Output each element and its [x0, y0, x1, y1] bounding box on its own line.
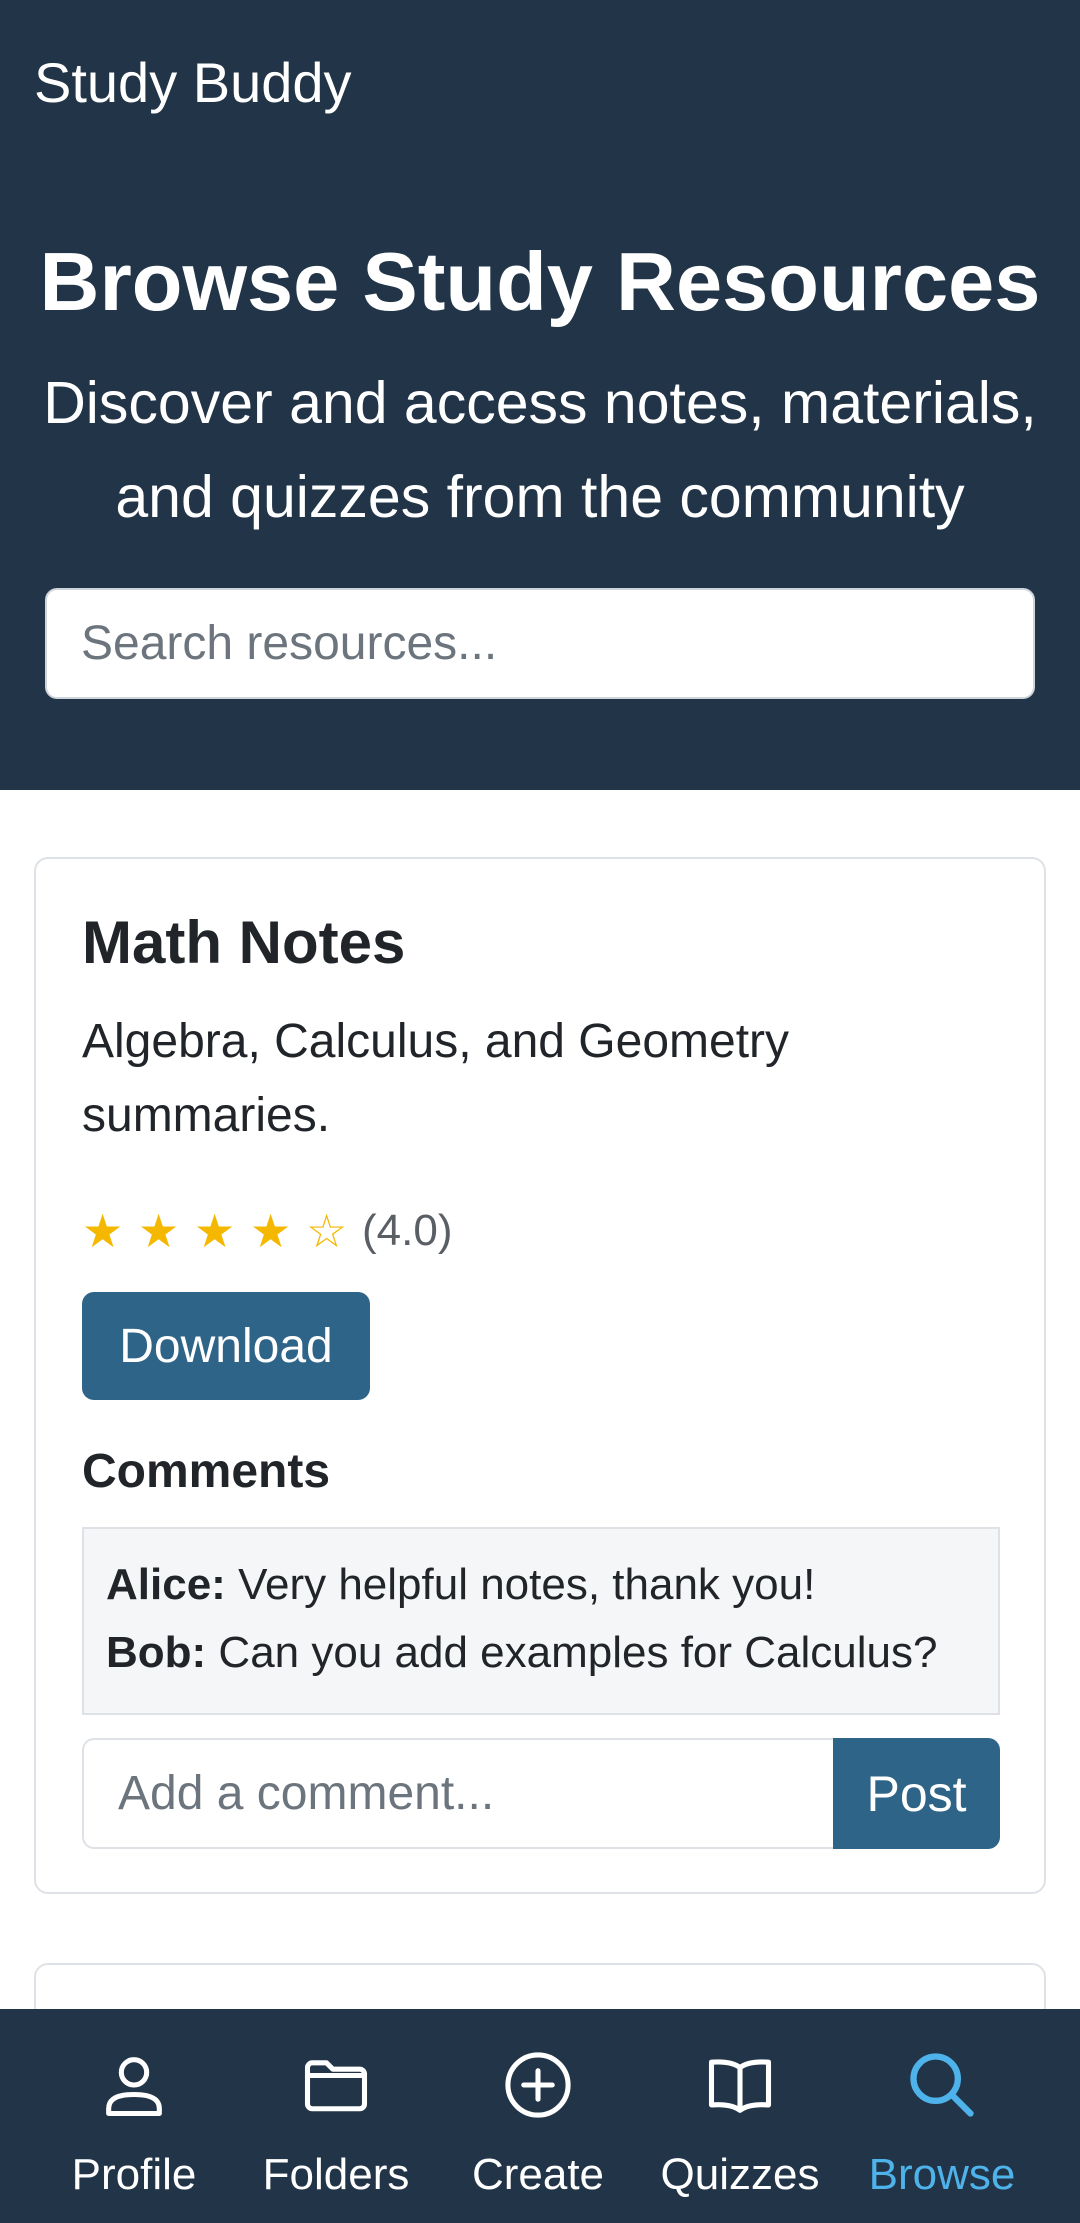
folder-icon	[304, 2060, 368, 2112]
nav-item-browse[interactable]: Browse	[841, 2009, 1043, 2223]
star-filled-icon: ★	[194, 1204, 236, 1258]
nav-label: Quizzes	[660, 2150, 820, 2199]
comment-author: Bob:	[106, 1628, 207, 1677]
page-subtitle: Discover and access notes, materials, an…	[43, 370, 1037, 530]
bottom-nav: Profile Folders Create Quizzes Browse	[0, 2009, 1080, 2223]
app-header: Study Buddy Browse Study Resources Disco…	[0, 0, 1080, 790]
nav-label: Folders	[262, 2150, 410, 2199]
comments-list: Alice: Very helpful notes, thank you! Bo…	[82, 1527, 1000, 1715]
plus-circle-icon	[505, 2052, 571, 2118]
page-title: Browse Study Resources	[39, 235, 1041, 328]
comment-item: Bob: Can you add examples for Calculus?	[106, 1619, 976, 1687]
star-filled-icon: ★	[250, 1204, 292, 1258]
comment-item: Alice: Very helpful notes, thank you!	[106, 1551, 976, 1619]
nav-item-create[interactable]: Create	[437, 2009, 639, 2223]
search-icon	[910, 2053, 974, 2117]
nav-item-profile[interactable]: Profile	[33, 2009, 235, 2223]
star-empty-icon: ☆	[306, 1204, 348, 1258]
comment-text: Very helpful notes, thank you!	[238, 1560, 816, 1609]
rating: ★ ★ ★ ★ ☆ (4.0)	[82, 1201, 452, 1261]
book-icon	[708, 2059, 772, 2113]
comment-text: Can you add examples for Calculus?	[218, 1628, 938, 1677]
comment-form: Post	[82, 1738, 1000, 1849]
nav-label: Create	[471, 2150, 605, 2199]
download-button[interactable]: Download	[82, 1292, 370, 1400]
comments-heading: Comments	[82, 1445, 331, 1498]
person-icon	[106, 2057, 162, 2117]
nav-label: Profile	[71, 2150, 197, 2199]
search-input[interactable]	[45, 588, 1035, 699]
star-filled-icon: ★	[82, 1204, 124, 1258]
comment-input[interactable]	[82, 1738, 833, 1849]
post-comment-button[interactable]: Post	[833, 1738, 1000, 1849]
app-brand[interactable]: Study Buddy	[34, 48, 352, 118]
star-filled-icon: ★	[138, 1204, 180, 1258]
nav-item-quizzes[interactable]: Quizzes	[639, 2009, 841, 2223]
nav-item-folders[interactable]: Folders	[235, 2009, 437, 2223]
resource-title: Math Notes	[82, 909, 406, 976]
resource-description: Algebra, Calculus, and Geometry summarie…	[82, 1015, 790, 1142]
resource-card: Math Notes Algebra, Calculus, and Geomet…	[34, 857, 1046, 1894]
rating-value: (4.0)	[362, 1206, 453, 1255]
nav-label: Browse	[868, 2150, 1016, 2199]
comment-author: Alice:	[106, 1560, 226, 1609]
